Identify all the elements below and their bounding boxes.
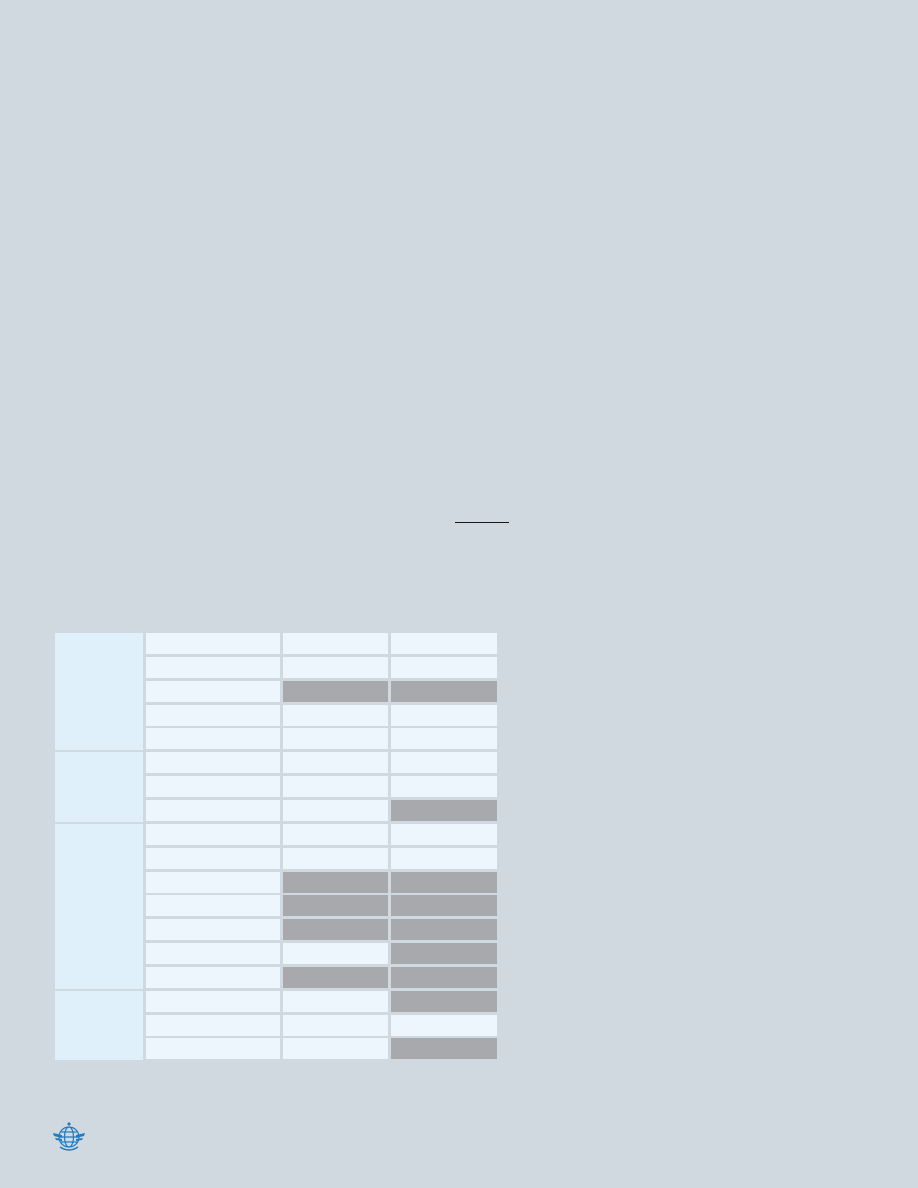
table-cell: [283, 776, 388, 798]
table-cell: [146, 895, 280, 917]
table-cell-shaded: [283, 966, 388, 988]
table-cell-shaded: [283, 680, 388, 702]
table-cell: [391, 728, 497, 750]
table-cell-shaded: [391, 799, 497, 821]
table-group-cell: [55, 633, 143, 751]
table-cell: [146, 871, 280, 893]
table-cell: [146, 728, 280, 750]
table-cell: [283, 752, 388, 774]
table-cell-shaded: [391, 871, 497, 893]
table-cell: [283, 704, 388, 726]
icao-emblem-icon: [52, 1121, 86, 1153]
table-cell: [146, 680, 280, 702]
table-cell: [146, 656, 280, 678]
table-cell: [146, 823, 280, 845]
table-cell: [146, 990, 280, 1012]
table-cell: [146, 1014, 280, 1036]
table-cell: [146, 704, 280, 726]
table-cell: [283, 728, 388, 750]
table-cell: [146, 776, 280, 798]
table-cell: [146, 1038, 280, 1060]
table-cell: [146, 847, 280, 869]
table-cell: [146, 752, 280, 774]
table-cell-shaded: [391, 919, 497, 941]
table-cell-shaded: [391, 1038, 497, 1060]
table-cell: [391, 656, 497, 678]
table-cell: [283, 633, 388, 654]
table-cell: [283, 1014, 388, 1036]
table-cell: [391, 776, 497, 798]
table-cell: [283, 1038, 388, 1060]
table-cell: [391, 633, 497, 654]
table-cell-shaded: [283, 919, 388, 941]
table-cell: [391, 847, 497, 869]
table-cell: [283, 656, 388, 678]
table-cell-shaded: [283, 871, 388, 893]
table-cell: [146, 919, 280, 941]
table-cell: [146, 633, 280, 654]
table-group-cell: [55, 990, 143, 1061]
table-cell: [391, 823, 497, 845]
table-cell: [283, 990, 388, 1012]
table-group-cell: [55, 752, 143, 822]
underline-rule: [455, 522, 509, 523]
table-cell: [283, 799, 388, 821]
table-cell-shaded: [391, 895, 497, 917]
table-group-cell: [55, 823, 143, 989]
table-cell: [391, 1014, 497, 1036]
table-cell: [391, 704, 497, 726]
table-cell-shaded: [283, 895, 388, 917]
table-cell-shaded: [391, 990, 497, 1012]
shaded-grid-table: [55, 633, 497, 1062]
table-cell-shaded: [391, 966, 497, 988]
table-cell: [391, 752, 497, 774]
table-cell: [283, 823, 388, 845]
table-cell: [283, 847, 388, 869]
table-cell: [146, 943, 280, 965]
table-cell: [146, 799, 280, 821]
table-cell-shaded: [391, 943, 497, 965]
table-cell-shaded: [391, 680, 497, 702]
table-cell: [146, 966, 280, 988]
table-cell: [283, 943, 388, 965]
